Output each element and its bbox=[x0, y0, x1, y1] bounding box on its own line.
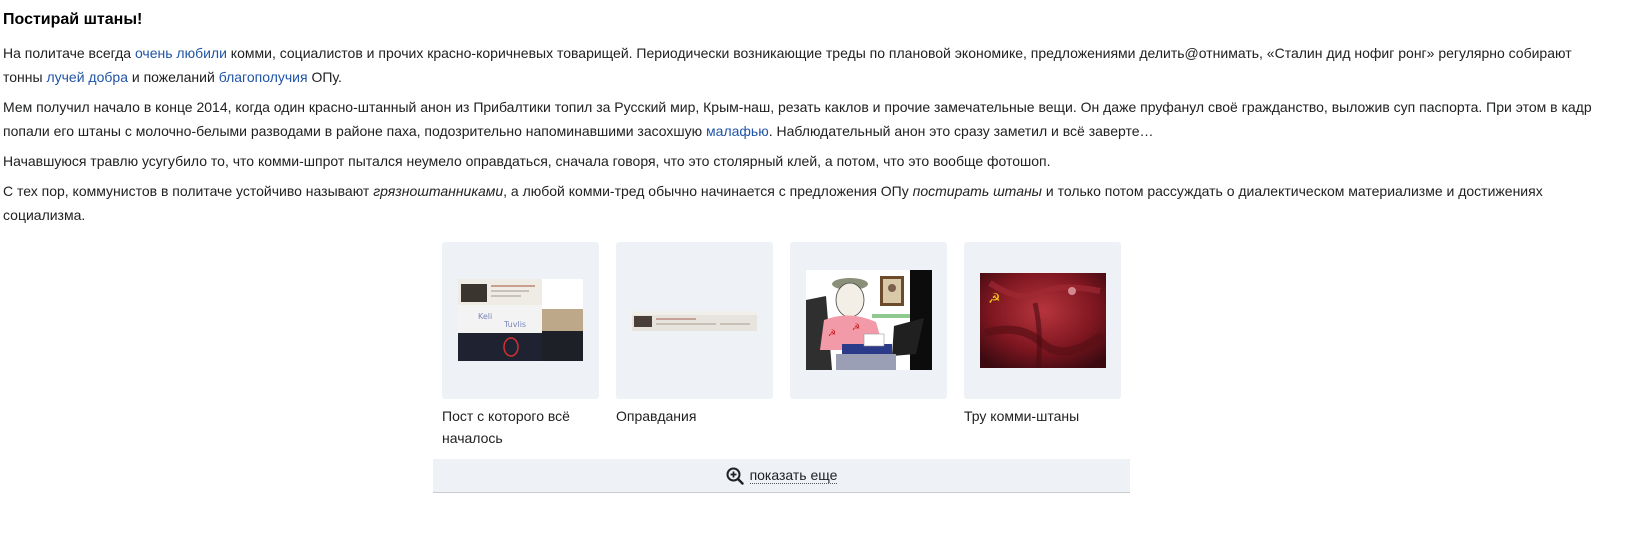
link-blagopoluchiya[interactable]: благополучия bbox=[219, 69, 308, 85]
section-title: Постирай штаны! bbox=[3, 11, 143, 28]
paragraph-1: На политаче всегда очень любили комми, с… bbox=[3, 41, 1603, 89]
text: Начавшуюся травлю усугубило то, что комм… bbox=[3, 153, 1051, 169]
text: С тех пор, коммунистов в политаче устойч… bbox=[3, 183, 374, 199]
gallery-image-wojak-communist[interactable]: ☭ ☭ ☭ bbox=[806, 270, 932, 370]
gallery-item[interactable]: ☭ Тру комми-штаны bbox=[964, 242, 1121, 427]
gallery-image-box[interactable]: ☭ ☭ ☭ bbox=[790, 242, 947, 399]
svg-text:Keli: Keli bbox=[478, 312, 492, 321]
paragraph-4: С тех пор, коммунистов в политаче устойч… bbox=[3, 179, 1603, 227]
link-ochen-lyubili[interactable]: очень любили bbox=[135, 45, 227, 61]
gallery-caption: Тру комми-штаны bbox=[964, 408, 1080, 424]
svg-text:☭: ☭ bbox=[828, 329, 836, 339]
gallery-image-red-pants[interactable]: ☭ bbox=[980, 273, 1106, 368]
svg-text:☭: ☭ bbox=[988, 291, 1001, 307]
gallery-item[interactable]: Оправдания bbox=[616, 242, 773, 427]
zoom-in-icon bbox=[726, 467, 744, 485]
link-malafyu[interactable]: малафью bbox=[706, 123, 769, 139]
paragraph-2: Мем получил начало в конце 2014, когда о… bbox=[3, 95, 1603, 143]
text: ОПу. bbox=[307, 69, 342, 85]
link-luchey-dobra[interactable]: лучей добра bbox=[46, 69, 128, 85]
text: и пожеланий bbox=[127, 69, 219, 85]
gallery-caption: Пост с которого всё началось bbox=[442, 408, 570, 446]
text: На политаче всегда bbox=[3, 45, 135, 61]
gallery-item[interactable]: ☭ ☭ ☭ bbox=[790, 242, 947, 405]
show-more-button[interactable]: показать еще bbox=[433, 459, 1130, 493]
gallery-image-excuses[interactable] bbox=[632, 311, 757, 331]
emphasis-postirat-shtany: постирать штаны bbox=[912, 183, 1042, 199]
gallery-image-box[interactable]: Keli Tuvlis bbox=[442, 242, 599, 399]
image-gallery: Keli Tuvlis Пост с которого всё началось bbox=[442, 242, 1142, 452]
paragraph-3: Начавшуюся травлю усугубило то, что комм… bbox=[3, 149, 1603, 173]
text: . Наблюдательный анон это сразу заметил … bbox=[768, 123, 1154, 139]
gallery-item[interactable]: Keli Tuvlis Пост с которого всё началось bbox=[442, 242, 599, 449]
show-more-label[interactable]: показать еще bbox=[749, 467, 838, 484]
text: , а любой комми-тред обычно начинается с… bbox=[503, 183, 913, 199]
emphasis-gryaznoshtanniki: грязноштанниками bbox=[373, 183, 504, 199]
svg-text:☭: ☭ bbox=[852, 323, 860, 333]
gallery-image-box[interactable] bbox=[616, 242, 773, 399]
gallery-image-box[interactable]: ☭ bbox=[964, 242, 1121, 399]
gallery-caption: Оправдания bbox=[616, 408, 697, 424]
gallery-image-post-screenshot[interactable]: Keli Tuvlis bbox=[458, 279, 583, 361]
svg-text:Tuvlis: Tuvlis bbox=[503, 320, 526, 329]
